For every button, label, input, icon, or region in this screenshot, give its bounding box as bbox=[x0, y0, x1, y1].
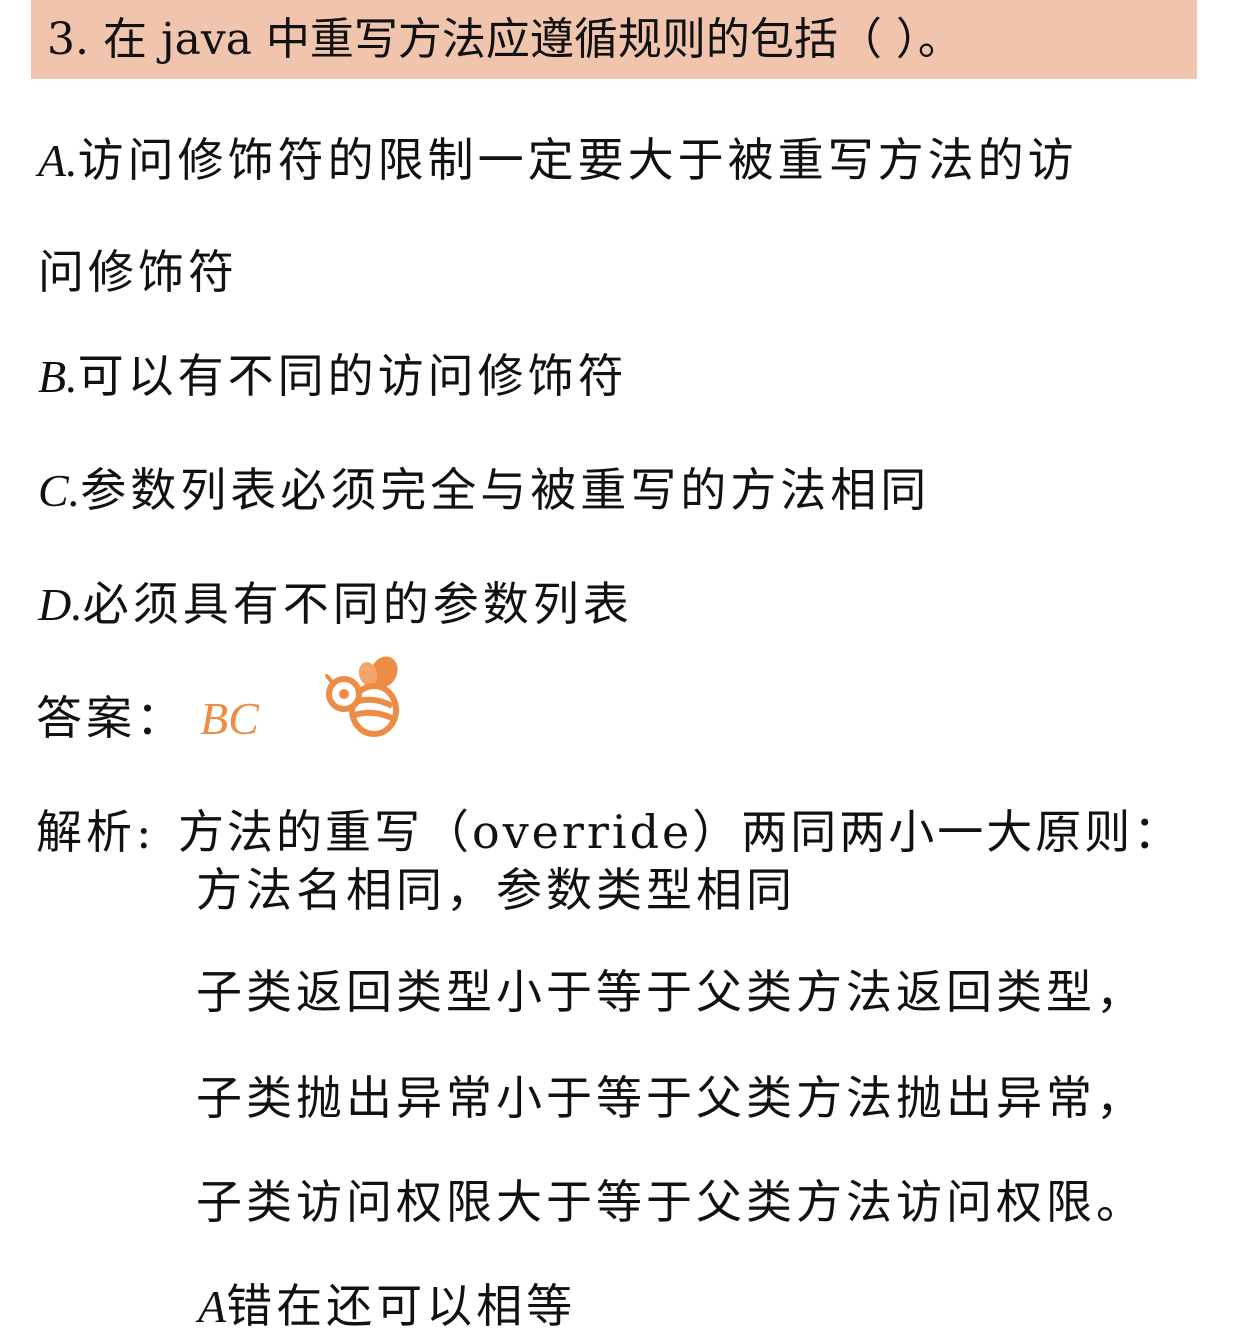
question-header: 3. 在 java 中重写方法应遵循规则的包括（ ）。 bbox=[31, 0, 1197, 79]
option-d: D.必须具有不同的参数列表 bbox=[38, 568, 633, 634]
answer-label: 答案： bbox=[36, 691, 186, 745]
option-b-letter: B. bbox=[38, 351, 78, 402]
option-c-text: 参数列表必须完全与被重写的方法相同 bbox=[80, 463, 931, 517]
option-d-letter: D. bbox=[38, 579, 83, 630]
answer-value: BC bbox=[200, 693, 259, 744]
option-b: B.可以有不同的访问修饰符 bbox=[38, 340, 628, 406]
note-letter: A bbox=[198, 1281, 227, 1332]
explanation-line-2: 方法名相同，参数类型相同 bbox=[196, 863, 796, 917]
explanation-line-1: 方法的重写（override）两同两小一大原则： bbox=[178, 805, 1183, 859]
note-text: 错在还可以相等 bbox=[226, 1279, 577, 1333]
option-a-letter: A. bbox=[38, 135, 78, 186]
question-text: 在 java 中重写方法应遵循规则的包括（ ）。 bbox=[102, 14, 962, 65]
option-a-text-continued: 问修饰符 bbox=[38, 245, 238, 299]
option-a-text: 访问修饰符的限制一定要大于被重写方法的访 bbox=[77, 133, 1078, 187]
option-d-text: 必须具有不同的参数列表 bbox=[82, 577, 633, 631]
explanation-line-5: 子类访问权限大于等于父类方法访问权限。 bbox=[196, 1175, 1146, 1229]
option-b-text: 可以有不同的访问修饰符 bbox=[77, 349, 628, 403]
option-c: C.参数列表必须完全与被重写的方法相同 bbox=[38, 454, 930, 520]
explanation-note: A错在还可以相等 bbox=[198, 1270, 576, 1336]
explanation-line-4: 子类抛出异常小于等于父类方法抛出异常， bbox=[196, 1071, 1146, 1125]
option-a-continued: 问修饰符 bbox=[38, 236, 238, 302]
explanation-label: 解析: bbox=[36, 805, 156, 859]
answer-row: 答案： BC bbox=[36, 682, 259, 748]
option-a: A.访问修饰符的限制一定要大于被重写方法的访 bbox=[38, 124, 1078, 190]
option-c-letter: C. bbox=[38, 465, 81, 516]
question-number: 3. bbox=[47, 14, 89, 65]
explanation-line-3: 子类返回类型小于等于父类方法返回类型， bbox=[196, 965, 1146, 1019]
bee-icon bbox=[325, 656, 399, 737]
